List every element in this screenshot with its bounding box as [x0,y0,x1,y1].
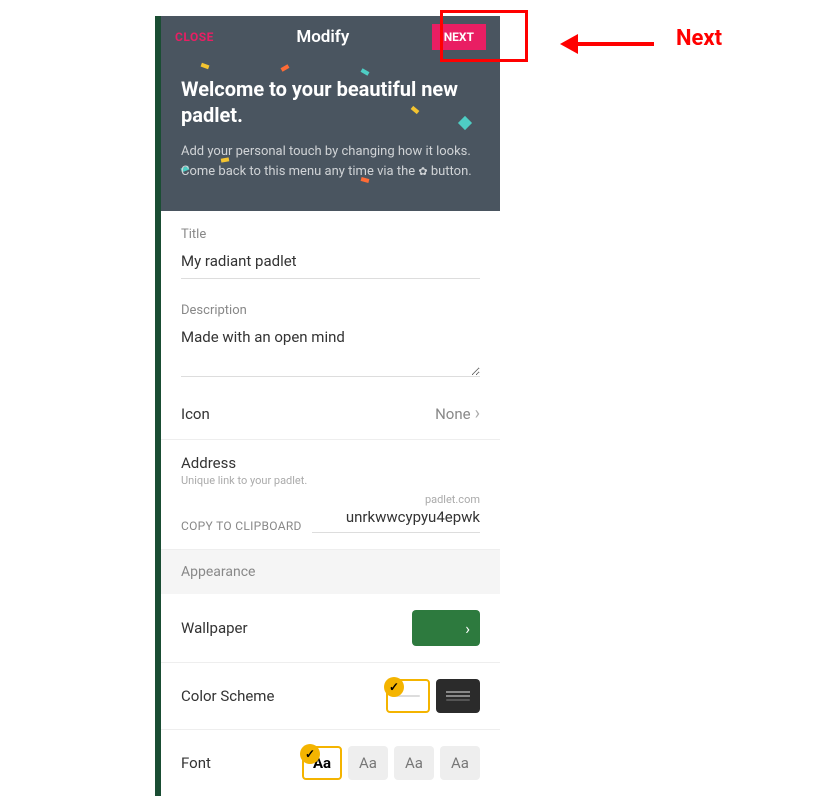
color-scheme-label: Color Scheme [181,687,274,705]
address-section: Address Unique link to your padlet. COPY… [161,440,500,550]
hero-banner: Welcome to your beautiful new padlet. Ad… [161,58,500,211]
arrow-line [578,42,654,46]
description-label: Description [181,303,480,318]
annotation-arrow [560,34,654,54]
next-button[interactable]: NEXT [432,24,486,50]
title-field: Title [161,211,500,287]
gear-icon: ✿ [418,165,427,178]
font-row: Font ✓ Aa Aa Aa Aa [161,730,500,796]
form-body: Title Description Made with an open mind… [161,211,500,796]
address-hint: Unique link to your padlet. [181,474,480,487]
copy-to-clipboard-button[interactable]: COPY TO CLIPBOARD [181,519,302,533]
annotation-label: Next [676,26,722,51]
font-option-2[interactable]: Aa [348,746,388,780]
close-button[interactable]: CLOSE [175,30,214,44]
font-option-3[interactable]: Aa [394,746,434,780]
modify-panel: CLOSE Modify NEXT Welcome to your beauti… [155,16,500,796]
color-scheme-dark[interactable] [436,679,480,713]
font-option-4[interactable]: Aa [440,746,480,780]
panel-title: Modify [296,27,349,47]
font-sample: Aa [405,754,423,772]
welcome-subtitle: Add your personal touch by changing how … [181,142,480,181]
address-value: padlet.com unrkwwcypyu4epwk [312,493,480,533]
font-options: ✓ Aa Aa Aa Aa [302,746,480,780]
color-scheme-options: ✓ [386,679,480,713]
wallpaper-label: Wallpaper [181,619,248,637]
welcome-heading: Welcome to your beautiful new padlet. [181,76,480,128]
arrow-head-icon [560,34,578,54]
font-option-1[interactable]: ✓ Aa [302,746,342,780]
address-domain: padlet.com [312,493,480,506]
confetti-icon [281,64,290,71]
icon-label: Icon [181,405,210,423]
address-label: Address [181,454,480,472]
description-field: Description Made with an open mind [161,287,500,389]
title-label: Title [181,227,480,242]
check-icon: ✓ [300,744,320,764]
check-icon: ✓ [384,677,404,697]
confetti-icon [201,63,210,69]
address-slug-input[interactable]: unrkwwcypyu4epwk [312,506,480,533]
icon-value: None › [435,405,480,423]
chevron-right-icon: › [475,405,480,423]
wallpaper-swatch[interactable]: › [412,610,480,646]
description-input[interactable]: Made with an open mind [181,324,480,377]
font-sample: Aa [451,754,469,772]
icon-row[interactable]: Icon None › [161,389,500,440]
font-sample: Aa [359,754,377,772]
appearance-header: Appearance [161,550,500,594]
confetti-icon [361,68,370,75]
font-label: Font [181,754,211,772]
chevron-right-icon: › [465,619,470,638]
color-scheme-row: Color Scheme ✓ [161,663,500,730]
title-input[interactable] [181,248,480,279]
wallpaper-row[interactable]: Wallpaper › [161,594,500,663]
color-scheme-light[interactable]: ✓ [386,679,430,713]
subtitle-text-b: button. [428,164,472,179]
icon-value-text: None [435,405,471,423]
topbar: CLOSE Modify NEXT [161,16,500,58]
